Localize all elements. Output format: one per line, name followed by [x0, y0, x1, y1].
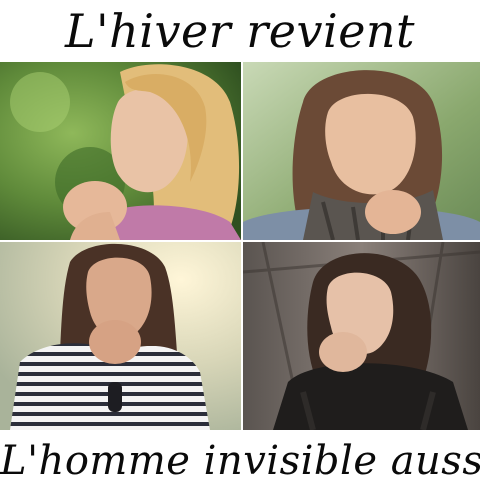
meme-image: L'hiver revient L'homme invisible aussi — [0, 0, 480, 492]
bottom-caption: L'homme invisible aussi — [0, 438, 480, 484]
top-caption: L'hiver revient — [64, 4, 416, 58]
photo-dark-coat-coughing — [243, 242, 480, 430]
photo-striped-shirt-coughing — [0, 242, 241, 430]
photo-brunette-scarf-coughing — [243, 62, 480, 240]
photo-blonde-woman-coughing — [0, 62, 241, 240]
